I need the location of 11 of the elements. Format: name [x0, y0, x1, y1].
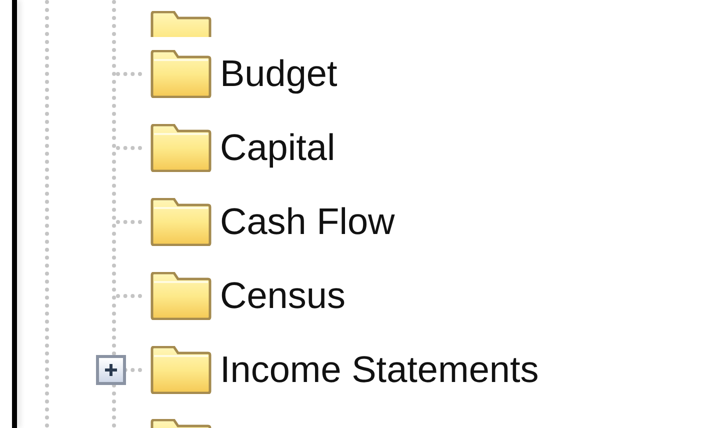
tree-item[interactable]: Capital [220, 127, 336, 169]
tree-item[interactable]: Income Statements [220, 349, 539, 391]
expand-button[interactable] [96, 355, 126, 385]
folder-icon [148, 272, 212, 320]
folder-icon [148, 346, 212, 394]
tree-item[interactable]: Cash Flow [220, 201, 395, 243]
tree-item[interactable]: Budget [220, 53, 338, 95]
folder-icon [148, 50, 212, 98]
folder-icon [148, 124, 212, 172]
tree-item[interactable]: Census [220, 275, 346, 317]
folder-icon [148, 198, 212, 246]
